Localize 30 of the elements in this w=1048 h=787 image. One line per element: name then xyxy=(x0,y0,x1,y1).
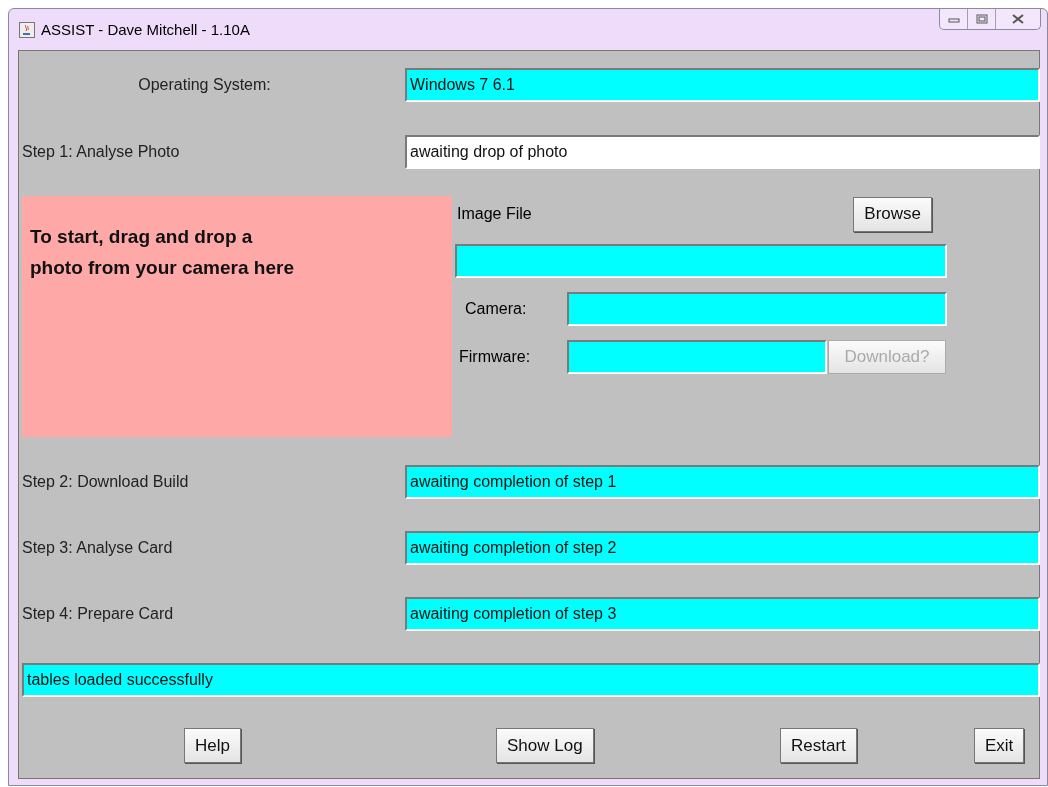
field-label: Step 3: Analyse Card xyxy=(22,539,174,557)
maximize-icon xyxy=(975,14,988,24)
field-label: Image File xyxy=(457,205,532,223)
text-field[interactable]: Windows 7 6.1 xyxy=(405,68,1040,102)
minimize-icon xyxy=(947,15,960,23)
field-label: Step 4: Prepare Card xyxy=(22,605,175,623)
field-label: Camera: xyxy=(464,300,528,318)
text-field[interactable]: awaiting completion of step 2 xyxy=(405,531,1040,565)
text-field[interactable]: awaiting drop of photo xyxy=(405,135,1040,169)
field-label: Step 2: Download Build xyxy=(22,473,190,491)
download-button: Download? xyxy=(828,340,946,374)
firmware-field[interactable] xyxy=(567,340,827,374)
text-field[interactable]: awaiting completion of step 1 xyxy=(405,465,1040,499)
camera-field[interactable] xyxy=(567,292,947,326)
field-label: Operating System: xyxy=(137,76,272,94)
status-field[interactable]: tables loaded successfully xyxy=(22,663,1040,697)
push-button[interactable]: Restart xyxy=(780,728,857,763)
push-button[interactable]: Browse xyxy=(853,196,932,232)
push-button[interactable]: Show Log xyxy=(496,728,594,763)
drop-zone[interactable]: To start, drag and drop a photo from your camera here xyxy=(22,196,452,437)
field-label: Firmware: xyxy=(458,348,532,366)
coffee-cup-icon xyxy=(19,21,35,38)
push-button[interactable]: Exit xyxy=(974,728,1025,763)
push-button[interactable]: Help xyxy=(184,728,241,763)
drop-instruction: To start, drag and drop a photo from your camera here xyxy=(30,225,295,280)
field-label: Step 1: Analyse Photo xyxy=(22,143,181,161)
close-icon xyxy=(1011,14,1025,24)
window-title: ASSIST - Dave Mitchell - 1.10A xyxy=(41,21,250,38)
image-file-field[interactable] xyxy=(455,244,947,278)
text-field[interactable]: awaiting completion of step 3 xyxy=(405,597,1040,631)
